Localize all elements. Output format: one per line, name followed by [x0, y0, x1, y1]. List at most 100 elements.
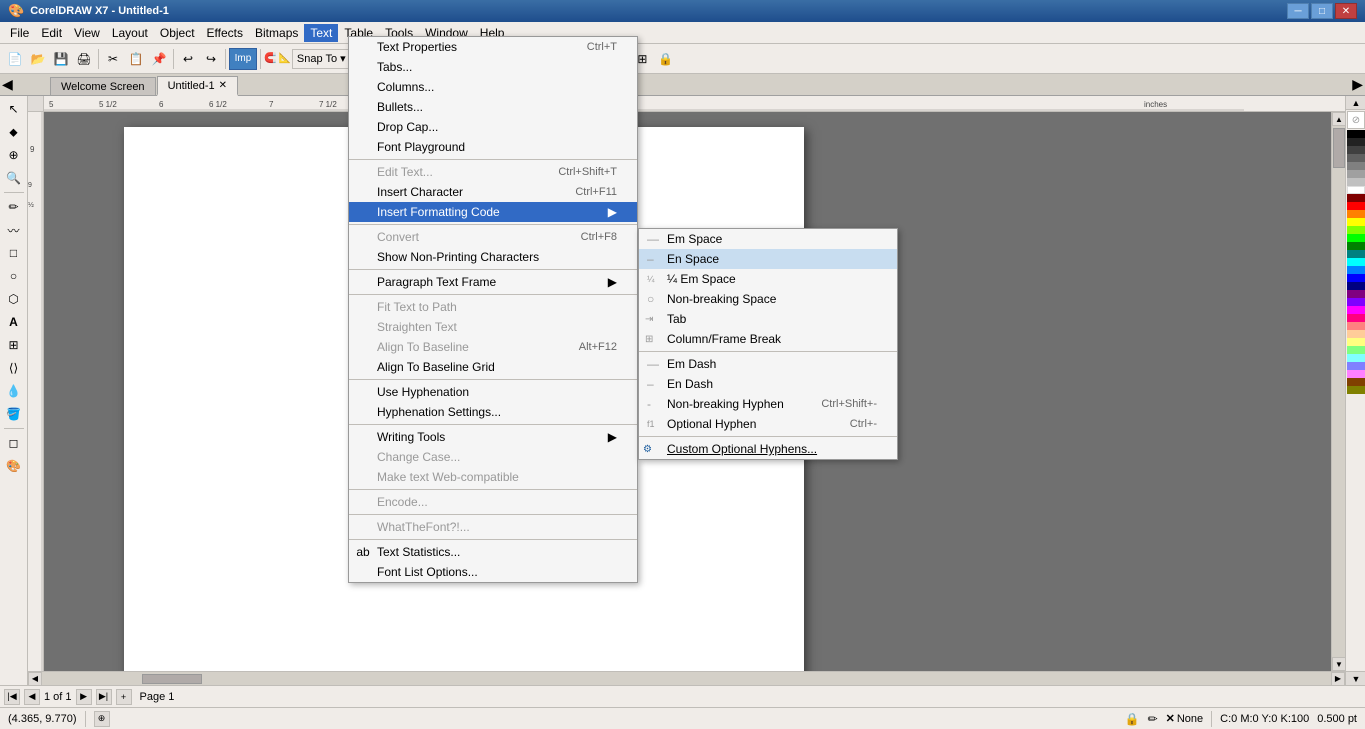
swatch-violet[interactable] [1347, 298, 1365, 306]
node-tool[interactable]: ⬥ [2, 121, 26, 143]
swatch-orange[interactable] [1347, 210, 1365, 218]
col-frame-break-item[interactable]: ⊞ Column/Frame Break [639, 329, 897, 349]
swatch-lt-purple[interactable] [1347, 370, 1365, 378]
whatthefont-item[interactable]: WhatTheFont?!... [349, 517, 637, 537]
table-tool[interactable]: ⊞ [2, 334, 26, 356]
nonbreak-space-item[interactable]: ○ Non-breaking Space [639, 289, 897, 309]
swatch-cyan[interactable] [1347, 258, 1365, 266]
swatch-lt-green[interactable] [1347, 346, 1365, 354]
scroll-down-btn[interactable]: ▼ [1332, 657, 1345, 671]
scroll-up-btn[interactable]: ▲ [1332, 112, 1345, 126]
swatch-gray-mid[interactable] [1347, 162, 1365, 170]
swatch-pink[interactable] [1347, 314, 1365, 322]
text-props-item[interactable]: Text Properties Ctrl+T [349, 37, 637, 57]
swatch-green-dark[interactable] [1347, 242, 1365, 250]
swatch-yellow-green[interactable] [1347, 226, 1365, 234]
swatch-red-dark[interactable] [1347, 194, 1365, 202]
columns-item[interactable]: Columns... [349, 77, 637, 97]
swatch-red[interactable] [1347, 202, 1365, 210]
scrollbar-vertical[interactable]: ▲ ▼ [1331, 112, 1345, 671]
en-space-item[interactable]: – En Space [639, 249, 897, 269]
maximize-button[interactable]: □ [1311, 3, 1333, 19]
scroll-left-btn[interactable]: ◀ [28, 672, 42, 686]
copy-button[interactable]: 📋 [125, 48, 147, 70]
fit-text-item[interactable]: Fit Text to Path [349, 297, 637, 317]
bullets-item[interactable]: Bullets... [349, 97, 637, 117]
swatch-purple[interactable] [1347, 290, 1365, 298]
menu-text[interactable]: Text [304, 24, 338, 42]
swatch-silver[interactable] [1347, 178, 1365, 186]
next-page-btn[interactable]: ▶ [76, 689, 92, 705]
swatch-teal[interactable] [1347, 250, 1365, 258]
font-playground-item[interactable]: Font Playground [349, 137, 637, 157]
para-text-frame-item[interactable]: Paragraph Text Frame ▶ [349, 272, 637, 292]
coord-btn[interactable]: ⊕ [94, 711, 110, 727]
align-baseline-item[interactable]: Align To Baseline Alt+F12 [349, 337, 637, 357]
swatch-yellow[interactable] [1347, 218, 1365, 226]
swatch-blue[interactable] [1347, 274, 1365, 282]
save-button[interactable]: 💾 [50, 48, 72, 70]
minimize-button[interactable]: ─ [1287, 3, 1309, 19]
print-button[interactable]: 🖨 [73, 48, 95, 70]
tab-nav-left[interactable]: ◀ [2, 76, 13, 93]
nonbreak-hyphen-item[interactable]: ‑ Non-breaking Hyphen Ctrl+Shift+- [639, 394, 897, 414]
insert-format-item[interactable]: Insert Formatting Code ▶ [349, 202, 637, 222]
menu-bitmaps[interactable]: Bitmaps [249, 24, 304, 42]
add-page-btn[interactable]: + [116, 689, 132, 705]
crop-tool[interactable]: ⊕ [2, 144, 26, 166]
swatch-green[interactable] [1347, 234, 1365, 242]
palette-scroll-up[interactable]: ▲ [1346, 96, 1365, 110]
swatch-olive[interactable] [1347, 386, 1365, 394]
hyphen-settings-item[interactable]: Hyphenation Settings... [349, 402, 637, 422]
menu-effects[interactable]: Effects [201, 24, 249, 42]
swatch-black[interactable] [1347, 130, 1365, 138]
select-tool[interactable]: ↖ [2, 98, 26, 120]
swatch-blue-light[interactable] [1347, 266, 1365, 274]
swatch-peach[interactable] [1347, 330, 1365, 338]
swatch-navy[interactable] [1347, 282, 1365, 290]
swatch-rose[interactable] [1347, 322, 1365, 330]
freehand-tool[interactable]: ✏ [2, 196, 26, 218]
swatch-lt-blue[interactable] [1347, 362, 1365, 370]
zoom-tool[interactable]: 🔍 [2, 167, 26, 189]
tab-item[interactable]: ⇥ Tab [639, 309, 897, 329]
close-button[interactable]: ✕ [1335, 3, 1357, 19]
open-button[interactable]: 📂 [27, 48, 49, 70]
swatch-gray[interactable] [1347, 154, 1365, 162]
scroll-thumb-h[interactable] [142, 674, 202, 684]
custom-hyphen-item[interactable]: ⚙ Custom Optional Hyphens... [639, 439, 897, 459]
font-list-item[interactable]: Font List Options... [349, 562, 637, 582]
swatch-brown[interactable] [1347, 378, 1365, 386]
convert-item[interactable]: Convert Ctrl+F8 [349, 227, 637, 247]
no-color-swatch[interactable]: ⊘ [1347, 111, 1365, 129]
menu-object[interactable]: Object [154, 24, 201, 42]
em-dash-item[interactable]: — Em Dash [639, 354, 897, 374]
color-tool[interactable]: 🎨 [2, 455, 26, 477]
swatch-lt-cyan[interactable] [1347, 354, 1365, 362]
menu-file[interactable]: File [4, 24, 35, 42]
last-page-btn[interactable]: ▶| [96, 689, 112, 705]
em-space-item[interactable]: — Em Space [639, 229, 897, 249]
menu-layout[interactable]: Layout [106, 24, 154, 42]
encode-item[interactable]: Encode... [349, 492, 637, 512]
first-page-btn[interactable]: |◀ [4, 689, 20, 705]
optional-hyphen-item[interactable]: f1 Optional Hyphen Ctrl+- [639, 414, 897, 434]
new-button[interactable]: 📄 [4, 48, 26, 70]
fill-indicator[interactable]: ✕ None [1166, 712, 1204, 725]
dropcap-item[interactable]: Drop Cap... [349, 117, 637, 137]
swatch-gray-light[interactable] [1347, 170, 1365, 178]
tab-nav-right[interactable]: ▶ [1352, 76, 1363, 93]
quarter-em-space-item[interactable]: ¼ ¼ Em Space [639, 269, 897, 289]
swatch-lt-yellow[interactable] [1347, 338, 1365, 346]
redo-button[interactable]: ↪ [200, 48, 222, 70]
palette-scroll-down[interactable]: ▼ [1346, 671, 1365, 685]
parallel-tool[interactable]: ⟨⟩ [2, 357, 26, 379]
align-baseline-grid-item[interactable]: Align To Baseline Grid [349, 357, 637, 377]
scroll-right-btn[interactable]: ▶ [1331, 672, 1345, 686]
eyedrop-tool[interactable]: 💧 [2, 380, 26, 402]
fill-tool[interactable]: 🪣 [2, 403, 26, 425]
straighten-text-item[interactable]: Straighten Text [349, 317, 637, 337]
cut-button[interactable]: ✂ [102, 48, 124, 70]
swatch-gray-dark[interactable] [1347, 146, 1365, 154]
import-button[interactable]: Imp [229, 48, 257, 70]
